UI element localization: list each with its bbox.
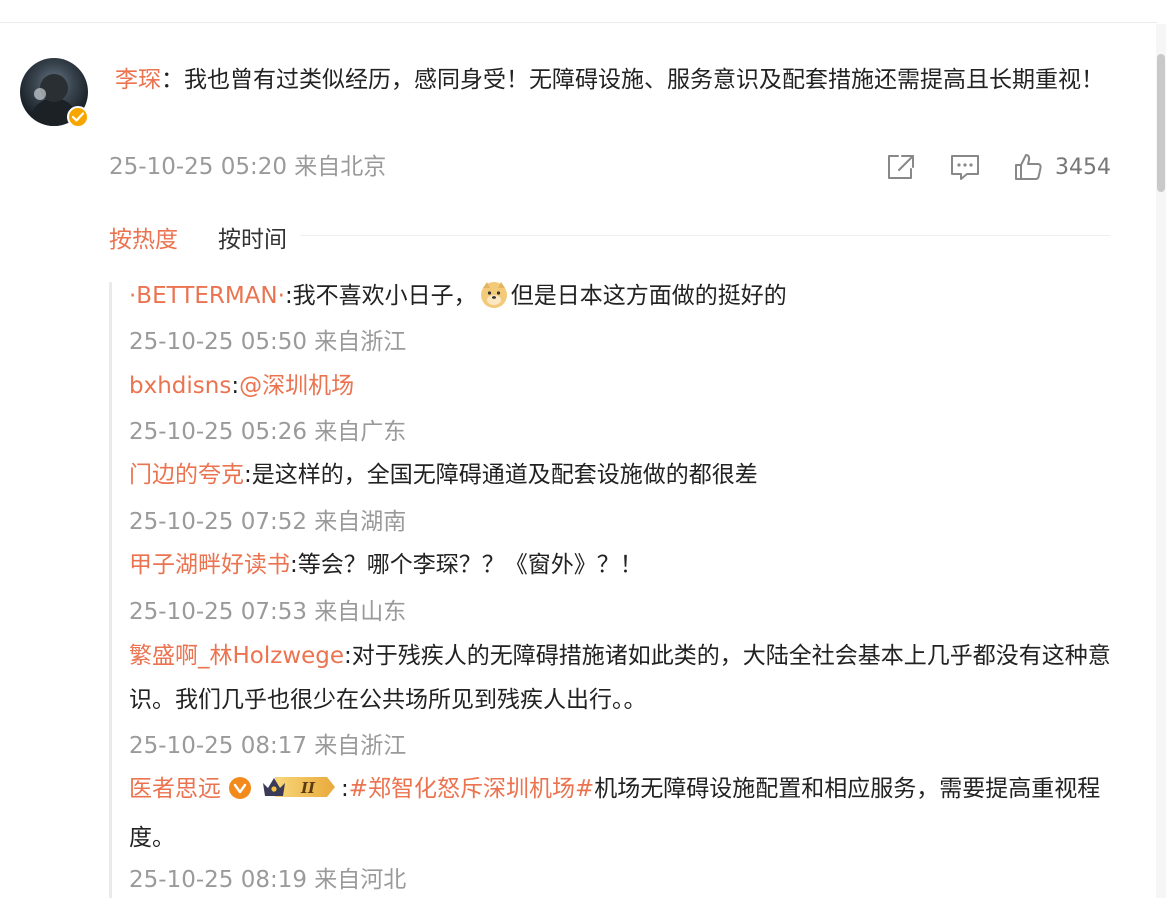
reply-text: :是这样的，全国无障碍通道及配套设施做的都很差 [244, 462, 758, 488]
main-comment-timestamp: 25-10-25 05:20 来自北京 [109, 154, 387, 180]
main-comment-body: ：我也曾有过类似经历，感同身受！无障碍设施、服务意识及配套措施还需提高且长期重视… [161, 67, 1104, 93]
top-divider [0, 22, 1158, 23]
reply-username[interactable]: 繁盛啊_林Holzwege [129, 643, 344, 669]
level-text: II [300, 779, 316, 797]
reply-username[interactable]: 门边的夸克 [129, 462, 244, 488]
crown-level-icon[interactable]: II [261, 772, 337, 816]
main-comment-username[interactable]: 李琛 [115, 67, 161, 93]
reply-text-after: 但是日本这方面做的挺好的 [510, 283, 787, 309]
avatar-light [34, 88, 46, 100]
hashtag-link[interactable]: #郑智化怒斥深圳机场# [349, 776, 595, 802]
reply-username[interactable]: 甲子湖畔好读书 [129, 552, 290, 578]
verify-badge-icon [67, 106, 89, 128]
reply-text: : [231, 373, 240, 399]
main-comment-text: 李琛：我也曾有过类似经历，感同身受！无障碍设施、服务意识及配套措施还需提高且长期… [108, 58, 1108, 102]
share-icon [888, 155, 914, 179]
doge-emoji-icon [479, 279, 509, 309]
reply-item: 医者思远 II:#郑智化怒斥深圳机场#机场无障碍设施配置和相应服务，需要提高重视程… [129, 767, 1119, 860]
like-count: 3454 [1055, 154, 1111, 180]
reply-item: bxhdisns:@深圳机场 [129, 364, 1119, 408]
reply-username[interactable]: 医者思远 [129, 776, 221, 802]
scroll-thumb[interactable] [1157, 54, 1165, 192]
replies-left-border [109, 282, 112, 898]
scrollbar[interactable] [1156, 24, 1166, 898]
reply-mention-link[interactable]: @深圳机场 [239, 373, 354, 399]
reply-meta: 25-10-25 07:53 来自山东 [129, 599, 407, 625]
reply-username[interactable]: bxhdisns [129, 373, 231, 399]
reply-item: 甲子湖畔好读书:等会？哪个李琛？？《窗外》？！ [129, 543, 1119, 587]
vip-icon[interactable] [229, 777, 251, 799]
tabs-divider [300, 235, 1110, 236]
sort-tabs: 按热度 按时间 [109, 220, 287, 253]
reply-item: 门边的夸克:是这样的，全国无障碍通道及配套设施做的都很差 [129, 453, 1119, 497]
reply-text: :等会？哪个李琛？？《窗外》？！ [290, 552, 643, 578]
reply-meta: 25-10-25 05:50 来自浙江 [129, 329, 407, 355]
like-icon [1015, 154, 1042, 180]
like-button[interactable]: 3454 [1013, 150, 1111, 184]
reply-text: :我不喜欢小日子， [284, 283, 477, 309]
comment-button[interactable] [949, 150, 981, 184]
reply-text: : [341, 776, 349, 802]
reply-username[interactable]: ·BETTERMAN· [129, 283, 285, 309]
tab-by-hot[interactable]: 按热度 [109, 220, 178, 253]
reply-meta: 25-10-25 08:19 来自河北 [129, 867, 407, 893]
share-button[interactable] [885, 150, 917, 184]
reply-item: ·BETTERMAN·:我不喜欢小日子， 但是日本这方面做的挺好的 [129, 274, 1119, 318]
reply-meta: 25-10-25 05:26 来自广东 [129, 419, 407, 445]
comment-icon [951, 155, 979, 180]
tab-by-time[interactable]: 按时间 [218, 220, 287, 253]
reply-meta: 25-10-25 07:52 来自湖南 [129, 509, 407, 535]
reply-item: 繁盛啊_林Holzwege:对于残疾人的无障碍措施诸如此类的，大陆全社会基本上几… [129, 634, 1119, 722]
reply-meta: 25-10-25 08:17 来自浙江 [129, 733, 407, 759]
